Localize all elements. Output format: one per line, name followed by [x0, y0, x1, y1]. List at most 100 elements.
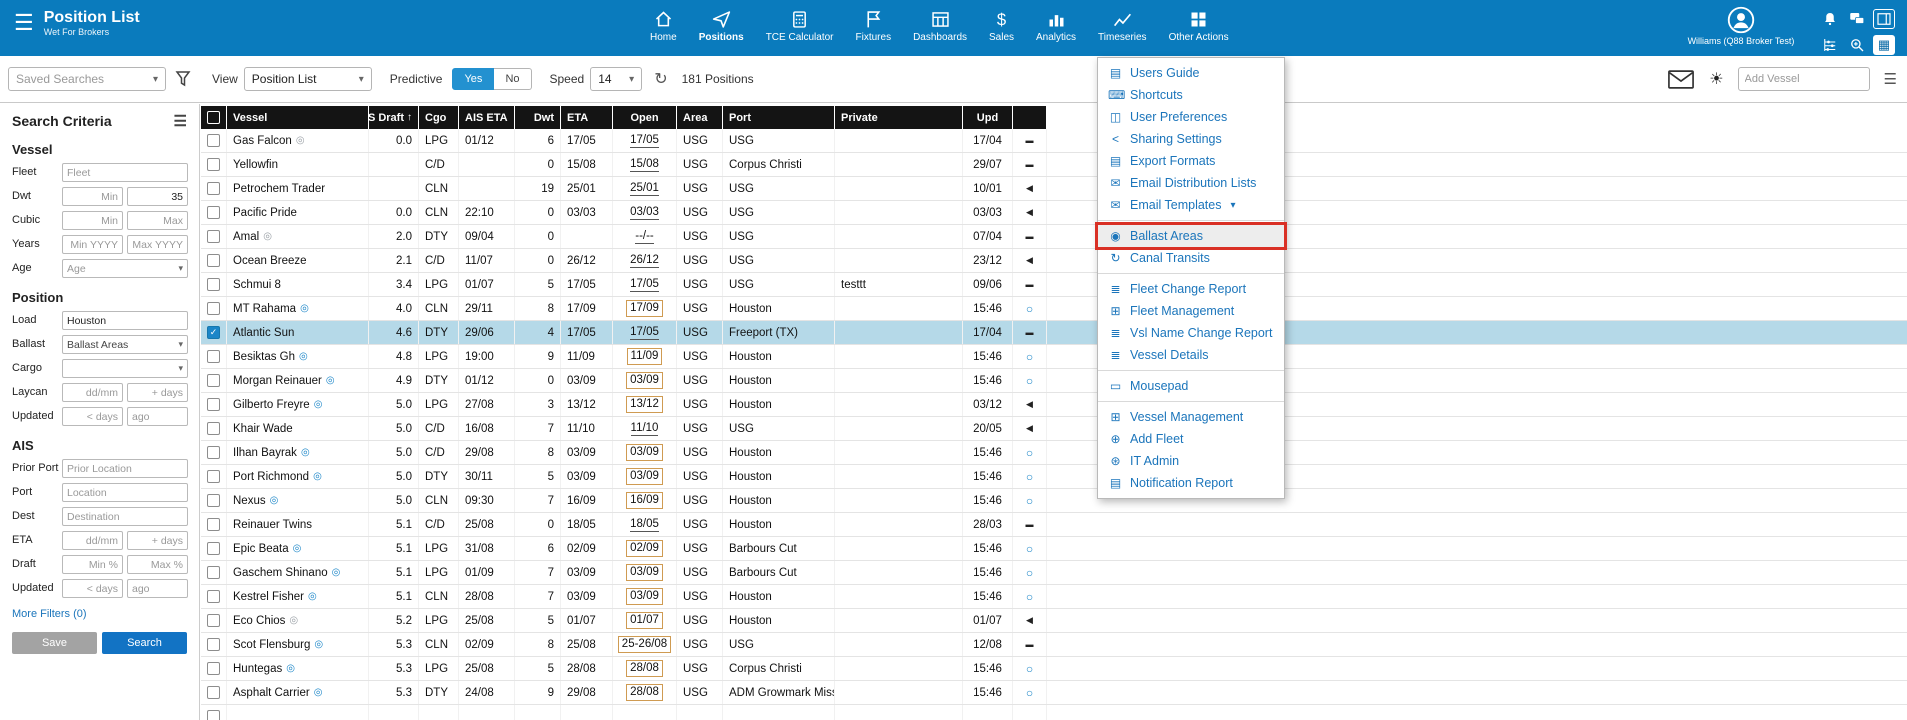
open-date-link[interactable]: 17/05	[630, 277, 659, 292]
table-row[interactable]: Huntegas◎5.3LPG25/08528/0828/08USGCorpus…	[201, 657, 1907, 681]
menu-item-users-guide[interactable]: ▤Users Guide	[1098, 62, 1284, 84]
table-row[interactable]: Khair Wade5.0C/D16/08711/1011/10USGUSG20…	[201, 417, 1907, 441]
table-row[interactable]: Amal◎2.0DTY09/040--/--USGUSG07/04▬	[201, 225, 1907, 249]
open-date-link[interactable]: 16/09	[626, 492, 663, 509]
open-date-link[interactable]: 11/09	[627, 348, 663, 365]
dest-input-0[interactable]	[62, 507, 188, 526]
nav-analytics[interactable]: Analytics	[1036, 5, 1076, 53]
table-row[interactable]: ✓Atlantic Sun4.6DTY29/06417/0517/05USGFr…	[201, 321, 1907, 345]
open-date-link[interactable]: 18/05	[630, 517, 659, 532]
eta-input-0[interactable]	[62, 531, 123, 550]
row-checkbox[interactable]	[207, 446, 220, 459]
apps-button[interactable]: ▦	[1871, 32, 1897, 57]
table-row[interactable]: MT Rahama◎4.0CLN29/11817/0917/09USGHoust…	[201, 297, 1907, 321]
row-checkbox[interactable]	[207, 662, 220, 675]
menu-item-notification-report[interactable]: ▤Notification Report	[1098, 472, 1284, 494]
nav-other-actions[interactable]: Other Actions	[1169, 5, 1229, 53]
open-date-link[interactable]: 03/09	[626, 372, 663, 389]
row-checkbox[interactable]	[207, 230, 220, 243]
table-row[interactable]: Morgan Reinauer◎4.9DTY01/12003/0903/09US…	[201, 369, 1907, 393]
view-select[interactable]: Position List ▾	[244, 67, 372, 91]
open-date-link[interactable]: 02/09	[626, 540, 663, 557]
col-header-area[interactable]: Area	[677, 106, 723, 129]
row-checkbox[interactable]	[207, 398, 220, 411]
updated-input-0[interactable]	[62, 407, 123, 426]
open-date-link[interactable]: 15/08	[630, 157, 659, 172]
row-checkbox[interactable]	[207, 278, 220, 291]
row-checkbox[interactable]	[207, 206, 220, 219]
row-checkbox[interactable]	[207, 518, 220, 531]
add-vessel-input[interactable]	[1738, 67, 1870, 91]
table-row[interactable]: Besiktas Gh◎4.8LPG19:00911/0911/09USGHou…	[201, 345, 1907, 369]
menu-item-shortcuts[interactable]: ⌨Shortcuts	[1098, 84, 1284, 106]
col-header-dwt[interactable]: Dwt	[515, 106, 561, 129]
row-checkbox[interactable]	[207, 134, 220, 147]
ballast-select[interactable]: Ballast Areas▾	[62, 335, 188, 354]
updated-input-0[interactable]	[62, 579, 123, 598]
col-header-cgo[interactable]: Cgo	[419, 106, 459, 129]
row-checkbox[interactable]	[207, 182, 220, 195]
select-all-checkbox[interactable]	[207, 111, 220, 124]
open-date-link[interactable]: 03/09	[626, 444, 663, 461]
table-row[interactable]: Gaschem Shinano◎5.1LPG01/09703/0903/09US…	[201, 561, 1907, 585]
chat-button[interactable]	[1844, 6, 1870, 31]
table-row[interactable]: Ilhan Bayrak◎5.0C/D29/08803/0903/09USGHo…	[201, 441, 1907, 465]
row-checkbox[interactable]	[207, 566, 220, 579]
row-checkbox[interactable]	[207, 254, 220, 267]
dwt-input-0[interactable]	[62, 187, 123, 206]
open-date-link[interactable]: 11/10	[631, 421, 659, 436]
open-date-link[interactable]: 17/05	[630, 325, 659, 340]
menu-item-it-admin[interactable]: ⊛IT Admin	[1098, 450, 1284, 472]
user-menu[interactable]: Williams (Q88 Broker Test)	[1681, 3, 1801, 46]
menu-item-export-formats[interactable]: ▤Export Formats	[1098, 150, 1284, 172]
nav-tce-calculator[interactable]: TCE Calculator	[766, 5, 834, 53]
menu-item-sharing-settings[interactable]: <Sharing Settings	[1098, 128, 1284, 150]
predictive-no-button[interactable]: No	[494, 68, 531, 90]
col-header-eta[interactable]: ETA	[561, 106, 613, 129]
updated-input-1[interactable]	[127, 579, 188, 598]
prior-port-input-0[interactable]	[62, 459, 188, 478]
laycan-input-0[interactable]	[62, 383, 123, 402]
col-header-vessel[interactable]: Vessel	[227, 106, 369, 129]
open-date-link[interactable]: 03/09	[626, 468, 663, 485]
menu-item-vessel-management[interactable]: ⊞Vessel Management	[1098, 406, 1284, 428]
cubic-input-0[interactable]	[62, 211, 123, 230]
search-criteria-menu-icon[interactable]: ☰	[174, 112, 187, 130]
draft-input-1[interactable]	[127, 555, 188, 574]
col-header-sel[interactable]	[201, 106, 227, 129]
table-row[interactable]: Ocean Breeze2.1C/D11/07026/1226/12USGUSG…	[201, 249, 1907, 273]
open-date-link[interactable]: 25-26/08	[618, 636, 671, 653]
row-checkbox[interactable]	[207, 710, 220, 720]
load-input-0[interactable]	[62, 311, 188, 330]
open-date-link[interactable]: 25/01	[630, 181, 659, 196]
table-row[interactable]: Pacific Pride0.0CLN22:10003/0303/03USGUS…	[201, 201, 1907, 225]
row-checkbox[interactable]	[207, 614, 220, 627]
col-header-open[interactable]: Open	[613, 106, 677, 129]
app-menu-icon[interactable]: ☰	[14, 12, 34, 34]
open-date-link[interactable]: --/--	[635, 229, 654, 244]
search-button[interactable]: Search	[102, 632, 187, 654]
table-row[interactable]: Gilberto Freyre◎5.0LPG27/08313/1213/12US…	[201, 393, 1907, 417]
dwt-input-1[interactable]	[127, 187, 188, 206]
menu-item-canal-transits[interactable]: ↻Canal Transits	[1098, 247, 1284, 269]
cargo-select[interactable]: ▾	[62, 359, 188, 378]
nav-sales[interactable]: $ Sales	[989, 5, 1014, 53]
table-row[interactable]: Epic Beata◎5.1LPG31/08602/0902/09USGBarb…	[201, 537, 1907, 561]
col-header-port[interactable]: Port	[723, 106, 835, 129]
menu-item-email-distribution-lists[interactable]: ✉Email Distribution Lists	[1098, 172, 1284, 194]
open-date-link[interactable]: 13/12	[626, 396, 663, 413]
open-date-link[interactable]: 01/07	[626, 612, 663, 629]
table-row[interactable]: Asphalt Carrier◎5.3DTY24/08929/0828/08US…	[201, 681, 1907, 705]
col-header-upd[interactable]: Upd	[963, 106, 1013, 129]
row-checkbox[interactable]	[207, 374, 220, 387]
nav-positions[interactable]: Positions	[699, 5, 744, 53]
years-input-1[interactable]	[127, 235, 188, 254]
years-input-0[interactable]	[62, 235, 123, 254]
menu-item-add-fleet[interactable]: ⊕Add Fleet	[1098, 428, 1284, 450]
open-date-link[interactable]: 03/09	[626, 564, 663, 581]
row-checkbox[interactable]	[207, 686, 220, 699]
nav-timeseries[interactable]: Timeseries	[1098, 5, 1147, 53]
draft-input-0[interactable]	[62, 555, 123, 574]
table-row[interactable]: Scot Flensburg◎5.3CLN02/09825/0825-26/08…	[201, 633, 1907, 657]
table-row[interactable]: Kestrel Fisher◎5.1CLN28/08703/0903/09USG…	[201, 585, 1907, 609]
